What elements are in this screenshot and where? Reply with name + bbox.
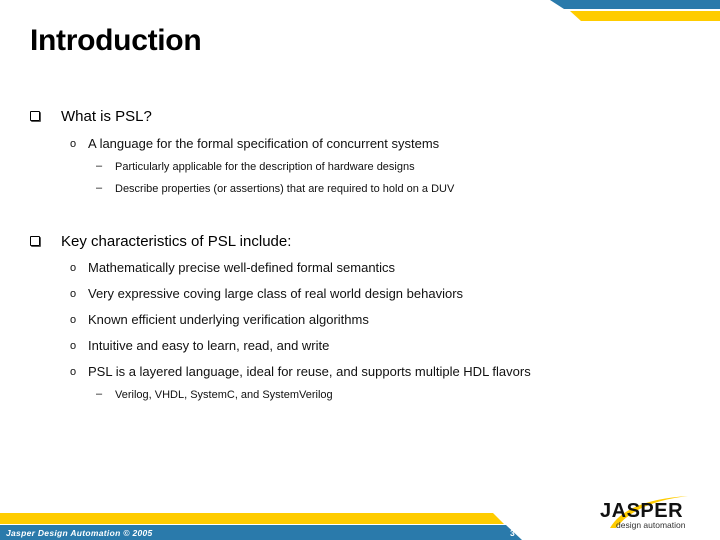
circle-bullet-icon: o — [70, 262, 77, 274]
top-blue-stripe — [550, 0, 720, 9]
circle-bullet-icon: o — [70, 314, 77, 326]
dash-bullet-icon: – — [96, 182, 103, 194]
checkbox-bullet-icon — [30, 236, 40, 246]
dash-bullet-icon: – — [96, 388, 103, 400]
logo-tagline: design automation — [616, 520, 686, 530]
circle-bullet-icon: o — [70, 340, 77, 352]
slide-title: Introduction — [30, 24, 202, 57]
circle-bullet-icon: o — [70, 288, 77, 300]
top-banner-stripes — [550, 0, 720, 21]
footer-yellow-stripe — [0, 513, 504, 524]
circle-bullet-icon: o — [70, 138, 77, 150]
jasper-logo: JASPER design automation — [596, 494, 696, 530]
footer-copyright: Jasper Design Automation © 2005 — [6, 528, 153, 538]
dash-bullet-icon: – — [96, 160, 103, 172]
checkbox-bullet-icon — [30, 111, 40, 121]
top-yellow-stripe — [570, 11, 720, 21]
page-number: 3 — [510, 528, 515, 538]
circle-bullet-icon: o — [70, 366, 77, 378]
